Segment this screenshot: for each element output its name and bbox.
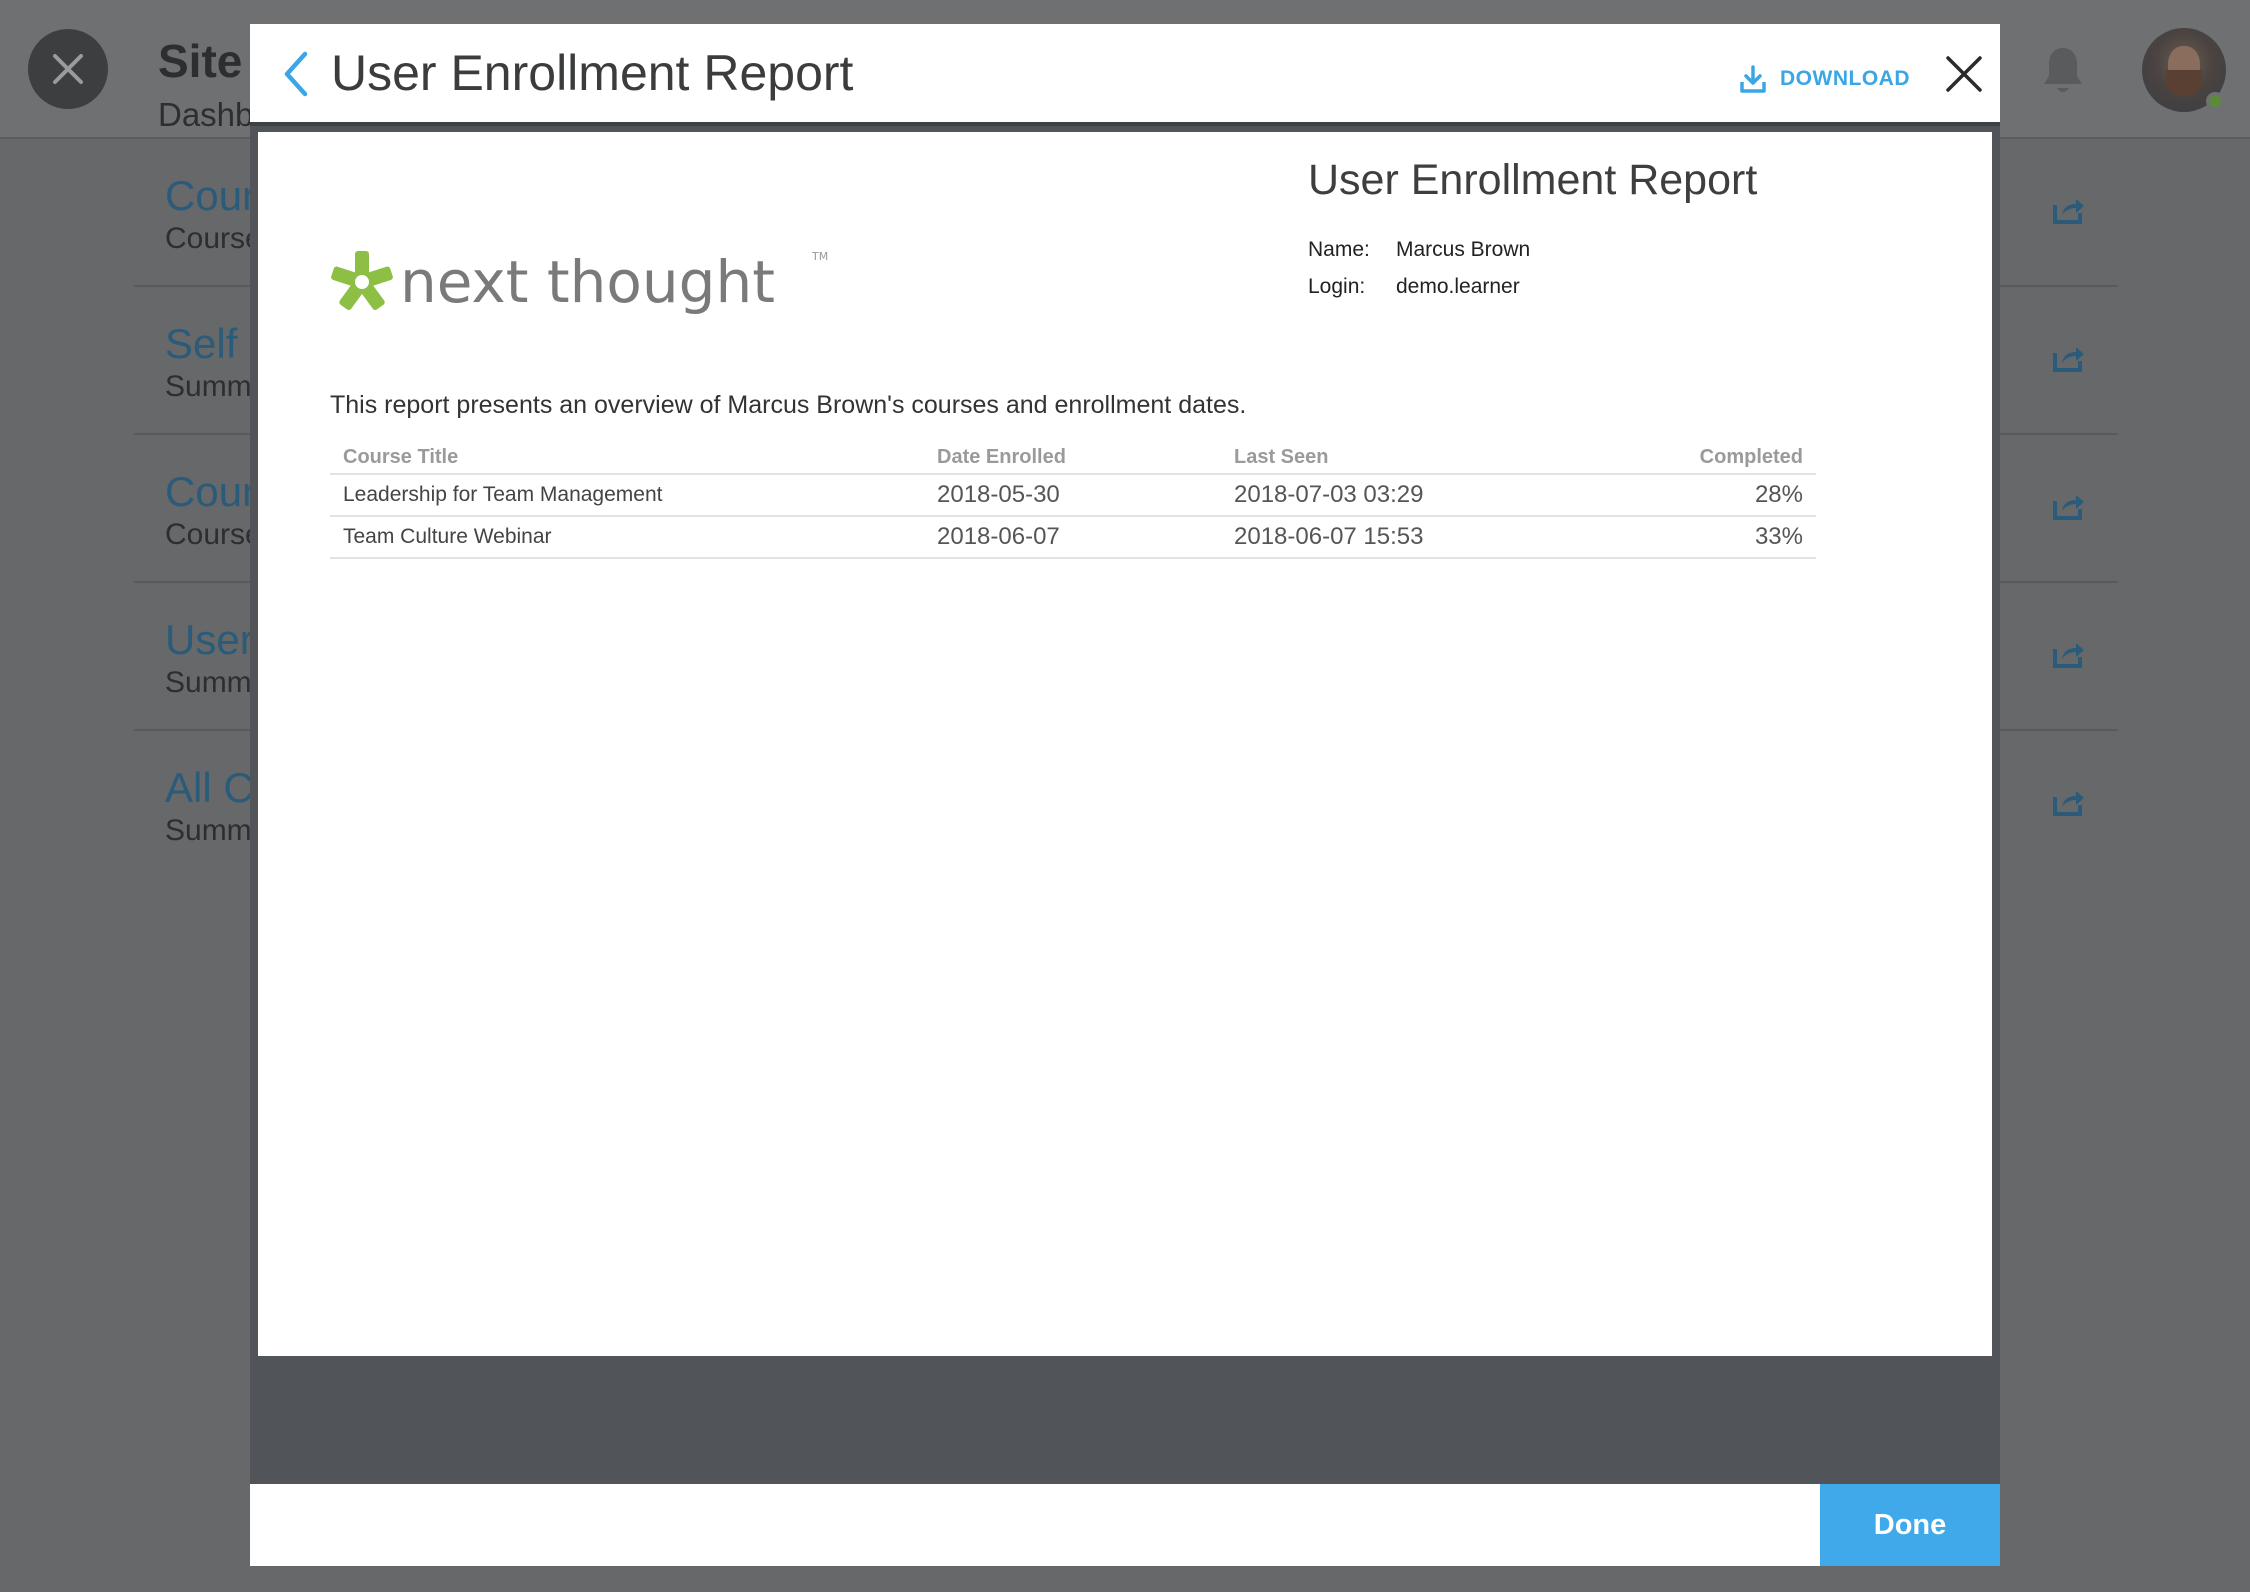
- done-button[interactable]: Done: [1820, 1484, 2000, 1566]
- dashboard-title: Site: [158, 35, 243, 87]
- list-item-title: Cour: [165, 172, 257, 219]
- list-item-title: User: [165, 616, 254, 663]
- table-row: Leadership for Team Management 2018-05-3…: [330, 474, 1816, 517]
- bell-icon[interactable]: [2040, 44, 2086, 96]
- close-dashboard-button[interactable]: [28, 29, 108, 109]
- export-icon[interactable]: [2052, 639, 2086, 669]
- close-icon: [53, 54, 83, 84]
- report-document: next thought TM User Enrollment Report N…: [258, 132, 1992, 1356]
- cell-course-title: Team Culture Webinar: [330, 516, 924, 559]
- download-label: DOWNLOAD: [1780, 67, 1910, 90]
- cell-date-enrolled: 2018-06-07: [924, 516, 1221, 559]
- cell-completed: 28%: [1651, 474, 1816, 517]
- online-status-dot: [2206, 92, 2224, 110]
- list-item-title: Cour: [165, 468, 257, 515]
- export-icon[interactable]: [2052, 343, 2086, 373]
- download-icon: [1740, 65, 1766, 93]
- close-icon[interactable]: [1940, 50, 1988, 98]
- download-button[interactable]: DOWNLOAD: [1740, 62, 1910, 96]
- avatar-beard: [2166, 70, 2202, 96]
- export-icon[interactable]: [2052, 491, 2086, 521]
- column-completed: Completed: [1651, 440, 1816, 475]
- report-heading: User Enrollment Report: [1308, 156, 1758, 204]
- list-item-subtitle: Summ: [165, 814, 252, 847]
- column-course-title: Course Title: [330, 440, 924, 475]
- list-item-title: All C: [165, 764, 254, 811]
- back-button[interactable]: [270, 46, 322, 102]
- export-icon[interactable]: [2052, 787, 2086, 817]
- cell-last-seen: 2018-07-03 03:29: [1221, 474, 1651, 517]
- cell-date-enrolled: 2018-05-30: [924, 474, 1221, 517]
- modal-title: User Enrollment Report: [331, 45, 854, 101]
- report-modal: User Enrollment Report DOWNLOAD next tho…: [250, 24, 2000, 1566]
- name-value: Marcus Brown: [1396, 238, 1531, 261]
- logo-text: next thought: [400, 248, 775, 316]
- list-item-subtitle: Summ: [165, 666, 252, 699]
- table-header-row: Course Title Date Enrolled Last Seen Com…: [330, 440, 1816, 475]
- list-item-subtitle: Summ: [165, 370, 252, 403]
- column-date-enrolled: Date Enrolled: [924, 440, 1221, 475]
- export-icon[interactable]: [2052, 195, 2086, 225]
- column-last-seen: Last Seen: [1221, 440, 1651, 475]
- report-intro: This report presents an overview of Marc…: [330, 391, 1247, 419]
- login-label: Login:: [1308, 275, 1366, 298]
- cell-last-seen: 2018-06-07 15:53: [1221, 516, 1651, 559]
- list-item-title: Self: [165, 320, 238, 367]
- cell-course-title: Leadership for Team Management: [330, 474, 924, 517]
- next-thought-logo: next thought TM: [331, 248, 828, 316]
- modal-header: User Enrollment Report DOWNLOAD: [250, 24, 2000, 126]
- cell-completed: 33%: [1651, 516, 1816, 559]
- chevron-left-icon: [284, 51, 308, 97]
- list-item-subtitle: Course: [165, 222, 262, 255]
- enrollment-table: Course Title Date Enrolled Last Seen Com…: [330, 440, 1816, 559]
- list-item-subtitle: Course: [165, 518, 262, 551]
- dashboard-subtitle: Dashb: [158, 96, 254, 133]
- login-value: demo.learner: [1396, 275, 1520, 298]
- table-row: Team Culture Webinar 2018-06-07 2018-06-…: [330, 516, 1816, 559]
- logo-tm: TM: [811, 250, 828, 263]
- modal-footer: Done: [250, 1484, 2000, 1566]
- name-label: Name:: [1308, 238, 1370, 261]
